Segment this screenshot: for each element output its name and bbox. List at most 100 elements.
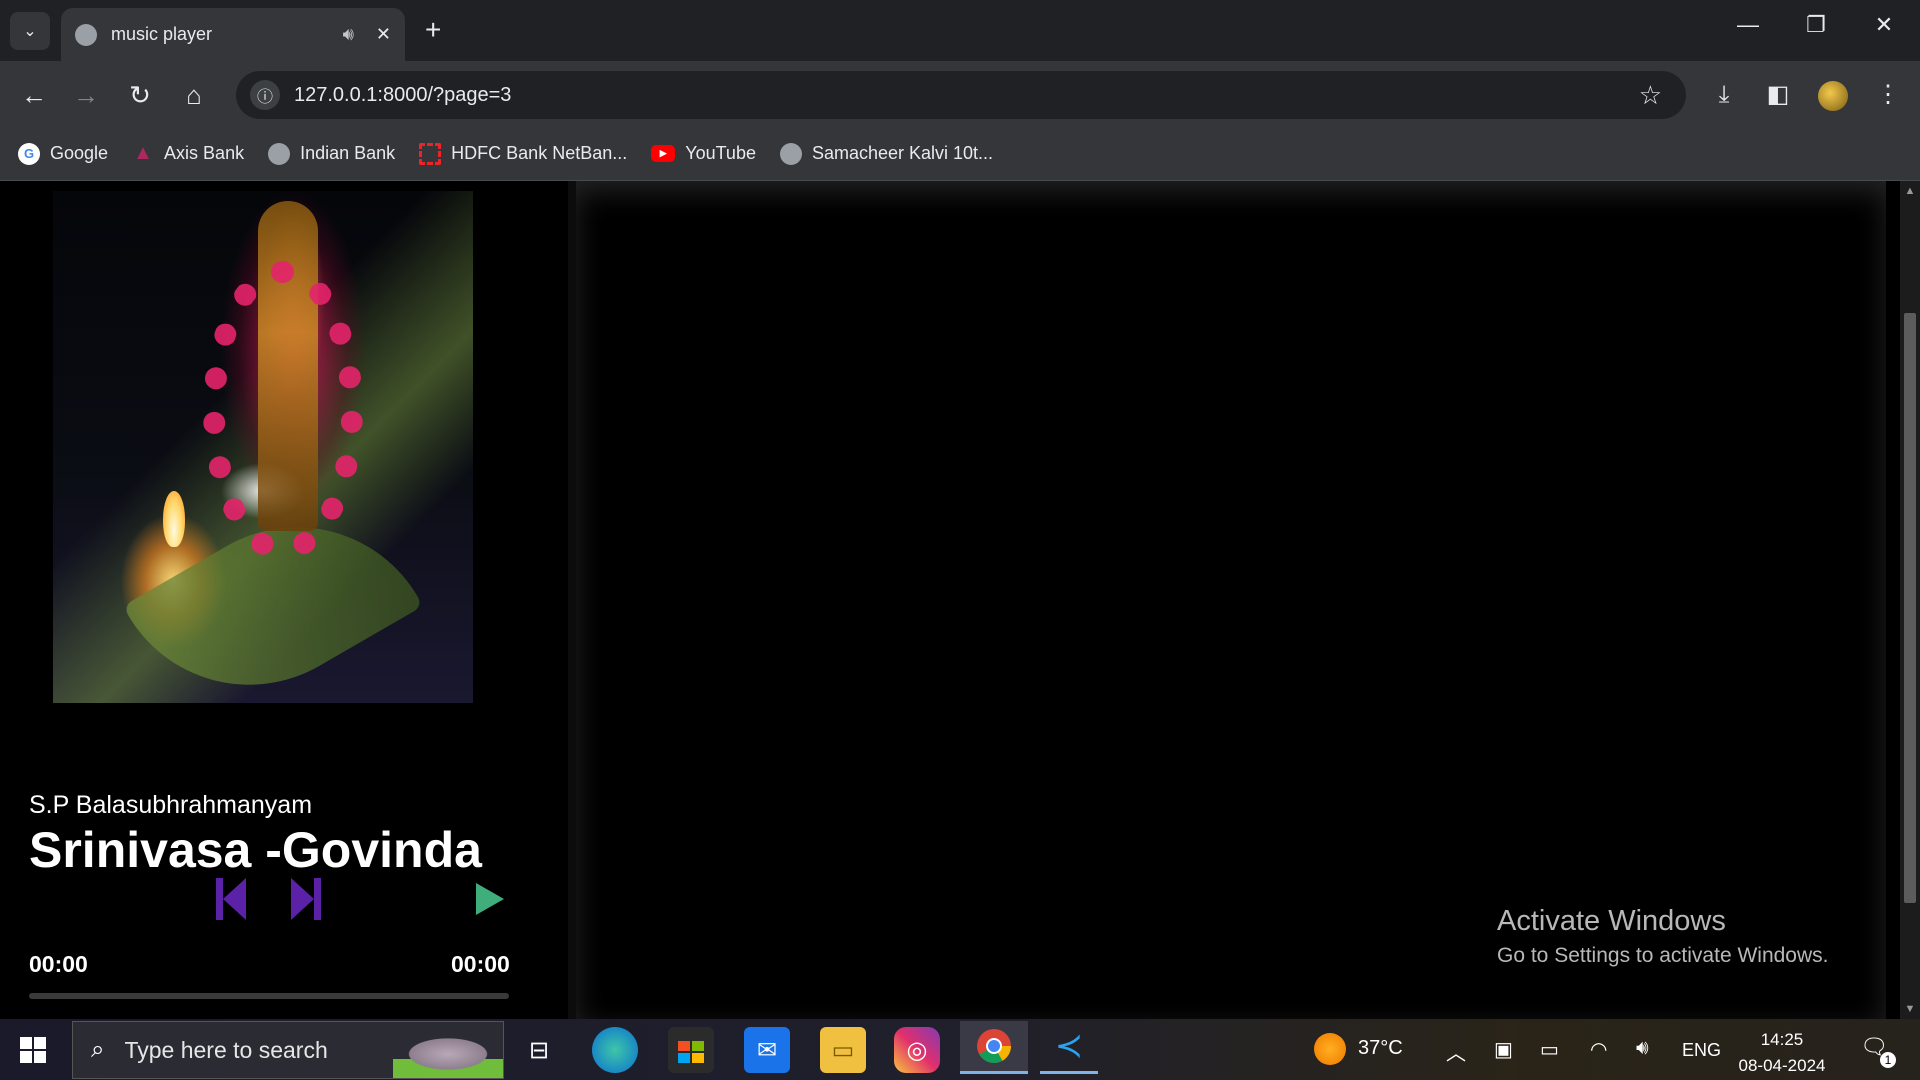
bookmark-google[interactable]: G Google bbox=[18, 142, 109, 165]
home-icon[interactable]: ⌂ bbox=[174, 75, 214, 115]
minimize-icon[interactable]: — bbox=[1728, 12, 1768, 38]
globe-icon bbox=[779, 142, 802, 165]
weather-temperature[interactable]: 37°C bbox=[1358, 1037, 1403, 1060]
album-art-flame bbox=[163, 491, 185, 547]
wifi-icon[interactable]: ◠ bbox=[1590, 1037, 1607, 1062]
bookmark-label: YouTube bbox=[685, 143, 756, 163]
reload-icon[interactable]: ↻ bbox=[120, 75, 160, 115]
chevron-up-icon[interactable]: ︿ bbox=[1446, 1037, 1466, 1066]
bookmarks-bar: G Google ▲ Axis Bank Indian Bank HDFC Ba… bbox=[0, 127, 1920, 181]
panel-divider bbox=[568, 181, 576, 1019]
globe-icon bbox=[268, 142, 291, 165]
watermark-heading: Activate Windows bbox=[1497, 905, 1726, 937]
main-panel bbox=[576, 181, 1886, 1019]
side-panel-icon[interactable]: ◧ bbox=[1758, 75, 1798, 115]
language-indicator[interactable]: ENG bbox=[1682, 1040, 1721, 1061]
windows-logo-pane bbox=[34, 1037, 46, 1049]
watermark-subtext: Go to Settings to activate Windows. bbox=[1497, 944, 1829, 967]
edge-icon[interactable] bbox=[592, 1027, 638, 1073]
globe-icon bbox=[75, 23, 97, 46]
page-content: S.P Balasubhrahmanyam Srinivasa -Govinda… bbox=[0, 181, 1900, 1019]
search-icon: ⌕ bbox=[91, 1036, 105, 1063]
store-logo bbox=[678, 1041, 704, 1063]
clock-date: 08-04-2024 bbox=[1738, 1056, 1826, 1075]
chrome-logo bbox=[977, 1029, 1011, 1063]
song-title: Srinivasa -Govinda bbox=[29, 822, 482, 878]
bookmark-label: Samacheer Kalvi 10t... bbox=[811, 143, 994, 163]
close-tab-icon[interactable]: ✕ bbox=[376, 24, 391, 45]
bookmark-samacheer[interactable]: Samacheer Kalvi 10t... bbox=[779, 142, 994, 165]
axis-bank-icon: ▲ bbox=[133, 142, 153, 164]
chevron-down-icon: ⌄ bbox=[23, 23, 37, 40]
next-bar-shape bbox=[314, 878, 321, 920]
windows-logo-pane bbox=[34, 1051, 46, 1063]
address-bar[interactable]: ⓘ 127.0.0.1:8000/?page=3 ☆ bbox=[236, 71, 1686, 119]
tab-music-player[interactable]: music player 🔊︎ ✕ bbox=[61, 8, 405, 61]
album-art bbox=[53, 191, 473, 703]
player-panel: S.P Balasubhrahmanyam Srinivasa -Govinda… bbox=[0, 181, 568, 1019]
back-icon[interactable]: ← bbox=[14, 75, 54, 115]
youtube-icon: ▶ bbox=[651, 145, 676, 162]
vscode-icon[interactable]: ≺ bbox=[1040, 1021, 1098, 1074]
bookmark-youtube[interactable]: ▶ YouTube bbox=[651, 143, 756, 164]
notification-button[interactable]: 🗨︎ 1 bbox=[1860, 1034, 1896, 1068]
previous-bar-shape bbox=[216, 878, 223, 920]
system-clock[interactable]: 14:25 08-04-2024 bbox=[1730, 1027, 1834, 1079]
clock-time: 14:25 bbox=[1760, 1030, 1804, 1049]
google-icon: G bbox=[18, 142, 40, 165]
tab-bar: ⌄ music player 🔊︎ ✕ + — ❐ ✕ bbox=[0, 0, 1920, 61]
speaker-icon[interactable]: 🔊︎ bbox=[343, 24, 354, 45]
task-view-icon[interactable]: ⊟ bbox=[516, 1027, 562, 1073]
taskbar: ⌕ Type here to search ⊟ ✉ ▭ ◎ ≺ 37°C ︿ ▣… bbox=[0, 1019, 1920, 1080]
artist-name: S.P Balasubhrahmanyam bbox=[29, 791, 313, 819]
menu-icon[interactable]: ⋮ bbox=[1868, 75, 1908, 115]
bookmark-label: HDFC Bank NetBan... bbox=[451, 143, 628, 163]
site-info-icon[interactable]: ⓘ bbox=[250, 80, 280, 110]
bookmark-indian-bank[interactable]: Indian Bank bbox=[268, 142, 395, 165]
next-triangle-shape bbox=[291, 878, 314, 920]
mail-icon[interactable]: ✉ bbox=[744, 1027, 790, 1073]
scroll-down-icon[interactable]: ▼ bbox=[1900, 999, 1920, 1019]
browser-toolbar: ← → ↻ ⌂ ⓘ 127.0.0.1:8000/?page=3 ☆ ⤓ ◧ ⋮ bbox=[0, 61, 1920, 127]
bookmark-label: Axis Bank bbox=[164, 143, 245, 163]
tab-search-button[interactable]: ⌄ bbox=[10, 12, 50, 50]
restore-icon[interactable]: ❐ bbox=[1796, 12, 1836, 38]
tab-title: music player bbox=[111, 24, 213, 44]
bookmark-axis-bank[interactable]: ▲ Axis Bank bbox=[132, 142, 245, 165]
previous-track-button[interactable] bbox=[214, 876, 248, 922]
meet-now-icon[interactable]: ▣ bbox=[1494, 1037, 1513, 1062]
store-icon[interactable] bbox=[668, 1027, 714, 1073]
forward-icon[interactable]: → bbox=[66, 75, 106, 115]
previous-triangle-shape bbox=[223, 878, 246, 920]
page-scrollbar[interactable]: ▲ ▼ bbox=[1900, 181, 1920, 1019]
search-highlight-image bbox=[393, 1028, 503, 1078]
new-tab-button[interactable]: + bbox=[425, 14, 441, 46]
profile-avatar[interactable] bbox=[1818, 81, 1848, 111]
notification-count: 1 bbox=[1880, 1052, 1896, 1068]
scroll-up-icon[interactable]: ▲ bbox=[1900, 181, 1920, 201]
bookmark-hdfc[interactable]: HDFC Bank NetBan... bbox=[419, 142, 628, 165]
close-window-icon[interactable]: ✕ bbox=[1864, 12, 1904, 38]
bookmark-label: Google bbox=[50, 143, 109, 163]
battery-icon[interactable]: ▭ bbox=[1540, 1037, 1559, 1062]
download-icon[interactable]: ⤓ bbox=[1704, 75, 1744, 115]
next-track-button[interactable] bbox=[289, 876, 323, 922]
activate-windows-watermark: Activate Windows Go to Settings to activ… bbox=[1497, 905, 1829, 968]
album-art-garland bbox=[203, 261, 363, 561]
weather-sun-icon[interactable] bbox=[1314, 1033, 1346, 1065]
url-text[interactable]: 127.0.0.1:8000/?page=3 bbox=[294, 84, 1639, 107]
instagram-icon[interactable]: ◎ bbox=[894, 1027, 940, 1073]
play-icon bbox=[476, 883, 504, 915]
scroll-thumb[interactable] bbox=[1904, 313, 1916, 903]
volume-icon[interactable]: 🔊︎ bbox=[1636, 1037, 1649, 1060]
file-explorer-icon[interactable]: ▭ bbox=[820, 1027, 866, 1073]
windows-logo-pane bbox=[20, 1051, 32, 1063]
play-button[interactable] bbox=[474, 881, 506, 917]
chrome-icon[interactable] bbox=[960, 1021, 1028, 1074]
bookmark-star-icon[interactable]: ☆ bbox=[1639, 80, 1662, 111]
start-button[interactable] bbox=[20, 1037, 46, 1063]
windows-logo-pane bbox=[20, 1037, 32, 1049]
current-time: 00:00 bbox=[29, 951, 88, 977]
taskbar-search[interactable]: ⌕ Type here to search bbox=[72, 1021, 504, 1079]
progress-bar[interactable] bbox=[29, 993, 509, 999]
